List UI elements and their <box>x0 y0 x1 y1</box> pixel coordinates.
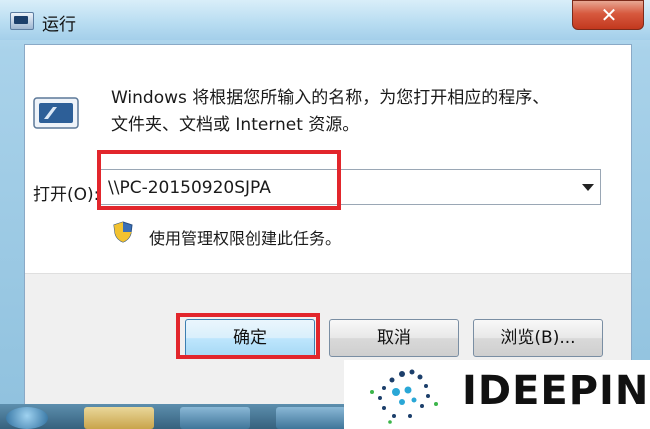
shield-icon <box>113 221 133 243</box>
description-line-2: 文件夹、文档或 Internet 资源。 <box>111 115 360 135</box>
open-label: 打开(O): <box>33 185 100 205</box>
taskbar-app-icon[interactable] <box>180 407 250 429</box>
start-button[interactable] <box>6 407 48 429</box>
program-icon <box>33 97 79 129</box>
ok-button[interactable]: 确定 <box>185 319 315 357</box>
run-dialog-window: 运行 ✕ Windows 将根据您所输入的名称，为您打开相应的程序、 文件夹、文… <box>0 0 650 429</box>
title-bar[interactable]: 运行 ✕ <box>0 0 650 40</box>
browse-button[interactable]: 浏览(B)... <box>473 319 603 357</box>
taskbar-app-icon[interactable] <box>276 407 346 429</box>
cancel-button[interactable]: 取消 <box>329 319 459 357</box>
description: Windows 将根据您所输入的名称，为您打开相应的程序、 文件夹、文档或 In… <box>111 85 611 139</box>
open-combobox[interactable] <box>99 169 601 205</box>
close-button[interactable]: ✕ <box>572 0 644 30</box>
chevron-down-icon[interactable] <box>582 184 594 191</box>
ideepin-logo-icon <box>370 369 438 424</box>
open-input[interactable] <box>108 176 548 200</box>
taskbar <box>0 404 350 429</box>
window-title: 运行 <box>42 15 76 35</box>
watermark-text: IDEEPIN <box>462 368 650 414</box>
description-line-1: Windows 将根据您所输入的名称，为您打开相应的程序、 <box>111 88 550 108</box>
run-icon <box>10 12 34 30</box>
admin-note: 使用管理权限创建此任务。 <box>149 229 342 248</box>
watermark: IDEEPIN <box>344 360 650 429</box>
close-icon: ✕ <box>600 3 618 27</box>
taskbar-folder-icon[interactable] <box>84 407 154 429</box>
